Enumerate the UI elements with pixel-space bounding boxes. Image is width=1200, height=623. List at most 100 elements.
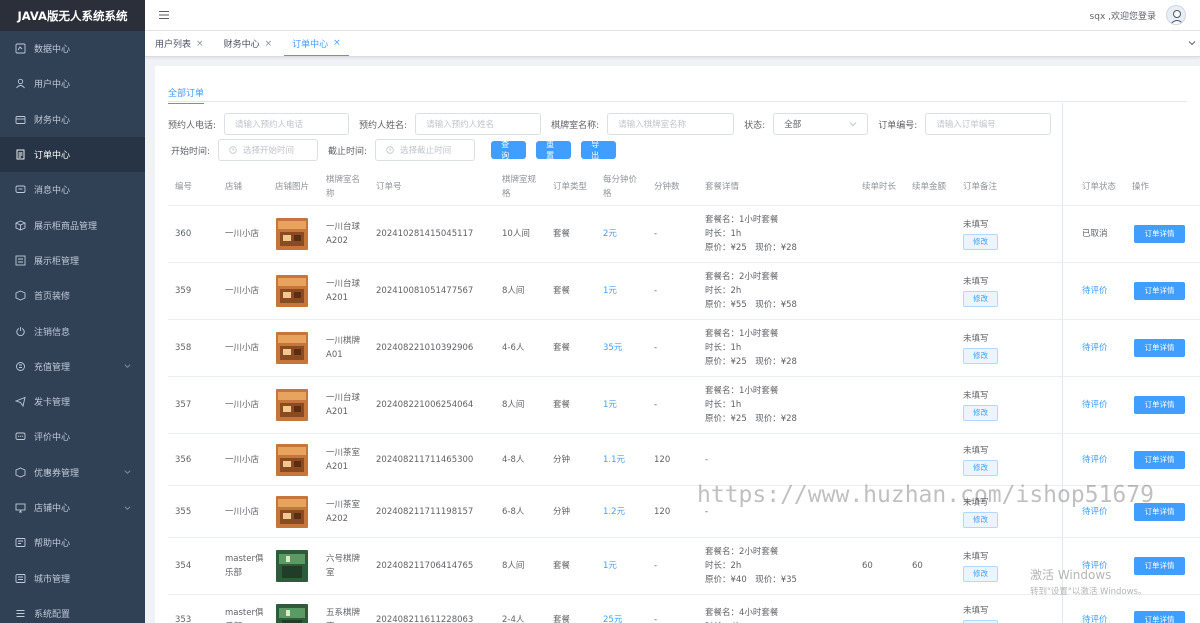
package-detail-line: 原价：¥25 现价：¥28 <box>705 357 797 367</box>
sidebar-item-2[interactable]: 财务中心 <box>0 102 145 137</box>
sidebar-item-6[interactable]: 展示柜管理 <box>0 243 145 278</box>
chevron-down-icon[interactable] <box>1188 39 1196 47</box>
cell-price: 1.2元 <box>603 506 626 517</box>
order-detail-button[interactable]: 订单详情 <box>1134 339 1185 357</box>
export-button[interactable]: 导出 <box>581 140 617 160</box>
order-icon <box>15 149 26 160</box>
query-button[interactable]: 查询 <box>491 140 527 160</box>
edit-remark-button[interactable]: 修改 <box>963 348 998 364</box>
cell-price: 25元 <box>603 614 623 623</box>
cell-minutes: - <box>654 614 658 623</box>
cell-status: 待评价 <box>1082 286 1108 296</box>
edit-remark-button[interactable]: 修改 <box>963 291 998 307</box>
status-select[interactable]: 全部 <box>773 113 869 135</box>
package-detail-line: 时长：4h <box>705 620 778 623</box>
sidebar-item-10[interactable]: 发卡管理 <box>0 384 145 419</box>
remark-text: 未填写 <box>963 605 989 616</box>
col-type: 订单类型 <box>553 182 588 192</box>
sidebar-item-15[interactable]: 城市管理 <box>0 560 145 595</box>
edit-remark-button[interactable]: 修改 <box>963 619 998 623</box>
edit-remark-button[interactable]: 修改 <box>963 234 998 250</box>
cell-orderno: 202408211611228063 <box>376 614 474 623</box>
sidebar-item-12[interactable]: 优惠券管理 <box>0 455 145 490</box>
store-thumbnail <box>276 603 308 623</box>
cell-price: 1元 <box>603 286 617 296</box>
tags-view: 用户列表 × 财务中心 × 订单中心 × <box>145 31 1200 57</box>
sidebar-item-4[interactable]: 消息中心 <box>0 172 145 207</box>
top-header: sqx ,欢迎您登录 <box>145 0 1200 31</box>
close-icon[interactable]: × <box>265 39 273 49</box>
cell-store: master俱乐部 <box>225 554 264 578</box>
order-detail-button[interactable]: 订单详情 <box>1134 450 1185 469</box>
close-icon[interactable]: × <box>333 38 341 48</box>
cell-spec: 10人间 <box>502 229 530 239</box>
col-detail: 套餐详情 <box>705 182 740 192</box>
package-detail-line: 套餐名：2小时套餐 <box>705 272 779 282</box>
cell-id: 354 <box>175 561 192 571</box>
cell-room: 一川茶室A201 <box>326 447 361 472</box>
sidebar-item-7[interactable]: 首页装修 <box>0 278 145 313</box>
store-thumbnail <box>276 389 308 421</box>
edit-remark-button[interactable]: 修改 <box>963 511 998 528</box>
sidebar-item-0[interactable]: 数据中心 <box>0 31 145 66</box>
content-card: 全部订单 预约人电话: 请输入预约人电话 预约人姓名: 请输入预约人姓名 棋牌室… <box>155 66 1200 623</box>
close-icon[interactable]: × <box>196 39 204 49</box>
room-input[interactable]: 请输入棋牌室名称 <box>607 113 735 135</box>
start-date-input[interactable]: 选择开始时间 <box>218 139 319 161</box>
edit-remark-button[interactable]: 修改 <box>963 566 998 582</box>
package-detail-line: 原价：¥25 现价：¥28 <box>705 414 797 424</box>
store-thumbnail <box>276 218 308 250</box>
reset-button[interactable]: 重置 <box>536 140 572 160</box>
orderno-input[interactable]: 请输入订单编号 <box>925 113 1052 135</box>
package-detail-line: 时长：2h <box>705 286 742 296</box>
activate-title: 激活 Windows <box>1030 568 1112 582</box>
sidebar-item-13[interactable]: 店铺中心 <box>0 490 145 525</box>
tab-2[interactable]: 订单中心 × <box>284 31 349 56</box>
hamburger-icon[interactable] <box>158 9 170 21</box>
sidebar-item-16[interactable]: 系统配置 <box>0 596 145 623</box>
edit-remark-button[interactable]: 修改 <box>963 459 998 476</box>
package-detail-line: 套餐名：1小时套餐 <box>705 215 779 225</box>
order-detail-button[interactable]: 订单详情 <box>1134 396 1185 414</box>
sidebar-item-11[interactable]: 评价中心 <box>0 419 145 454</box>
cell-id: 358 <box>175 343 192 353</box>
order-detail-button[interactable]: 订单详情 <box>1134 610 1185 623</box>
name-input[interactable]: 请输入预约人姓名 <box>415 113 542 135</box>
order-detail-button[interactable]: 订单详情 <box>1134 282 1185 300</box>
cell-minutes: - <box>654 400 658 410</box>
cell-id: 356 <box>175 454 192 465</box>
store-thumbnail <box>276 550 308 582</box>
sidebar-item-9[interactable]: 充值管理 <box>0 349 145 384</box>
cell-room: 一川台球A201 <box>326 393 361 417</box>
table-row: 353 master俱乐部 五系棋牌室 202408211611228063 2-4人 套… <box>168 595 1200 623</box>
phone-input[interactable]: 请输入预约人电话 <box>224 113 350 135</box>
tab-all-orders[interactable]: 全部订单 <box>168 86 205 104</box>
status-select-value: 全部 <box>784 120 802 130</box>
sidebar-item-3[interactable]: 订单中心 <box>0 136 145 173</box>
cell-price: 35元 <box>603 343 623 353</box>
tab-1[interactable]: 财务中心 × <box>216 31 281 56</box>
table-body: 360 一川小店 一川台球A202 202410281415045117 10人间 套餐 2… <box>168 206 1200 623</box>
end-date-input[interactable]: 选择截止时间 <box>375 139 476 161</box>
cell-minutes: 120 <box>654 454 671 465</box>
avatar[interactable] <box>1166 5 1186 25</box>
sidebar-item-14[interactable]: 帮助中心 <box>0 525 145 560</box>
cube-icon <box>15 220 26 231</box>
cell-package-detail: 套餐名：2小时套餐 时长：2h 原价：¥55 现价：¥58 <box>705 270 797 312</box>
table-row: 359 一川小店 一川台球A201 202410081051477567 8人间 套餐 1元… <box>168 263 1200 320</box>
order-detail-button[interactable]: 订单详情 <box>1134 225 1185 243</box>
sidebar-menu: 数据中心 用户中心 财务中心订单中心消息中心 展示柜商品管理 展示柜管理 首页装修 注销信息… <box>0 31 145 623</box>
home-decor-icon <box>15 290 26 301</box>
cell-type: 套餐 <box>553 614 571 623</box>
col-room: 棋牌室名称 <box>326 175 361 199</box>
sidebar-item-5[interactable]: 展示柜商品管理 <box>0 207 145 242</box>
tab-0[interactable]: 用户列表 × <box>147 31 212 56</box>
cell-store: 一川小店 <box>225 506 260 517</box>
sidebar-item-8[interactable]: 注销信息 <box>0 313 145 348</box>
edit-remark-button[interactable]: 修改 <box>963 405 998 421</box>
filter-row-2: 开始时间: 选择开始时间 截止时间: 选择截止时间 查询 重置 导出 <box>168 139 626 161</box>
cell-spec: 8人间 <box>502 400 525 410</box>
cell-price: 1元 <box>603 561 617 571</box>
sidebar-item-1[interactable]: 用户中心 <box>0 66 145 101</box>
sidebar-item-label: 订单中心 <box>34 151 71 162</box>
